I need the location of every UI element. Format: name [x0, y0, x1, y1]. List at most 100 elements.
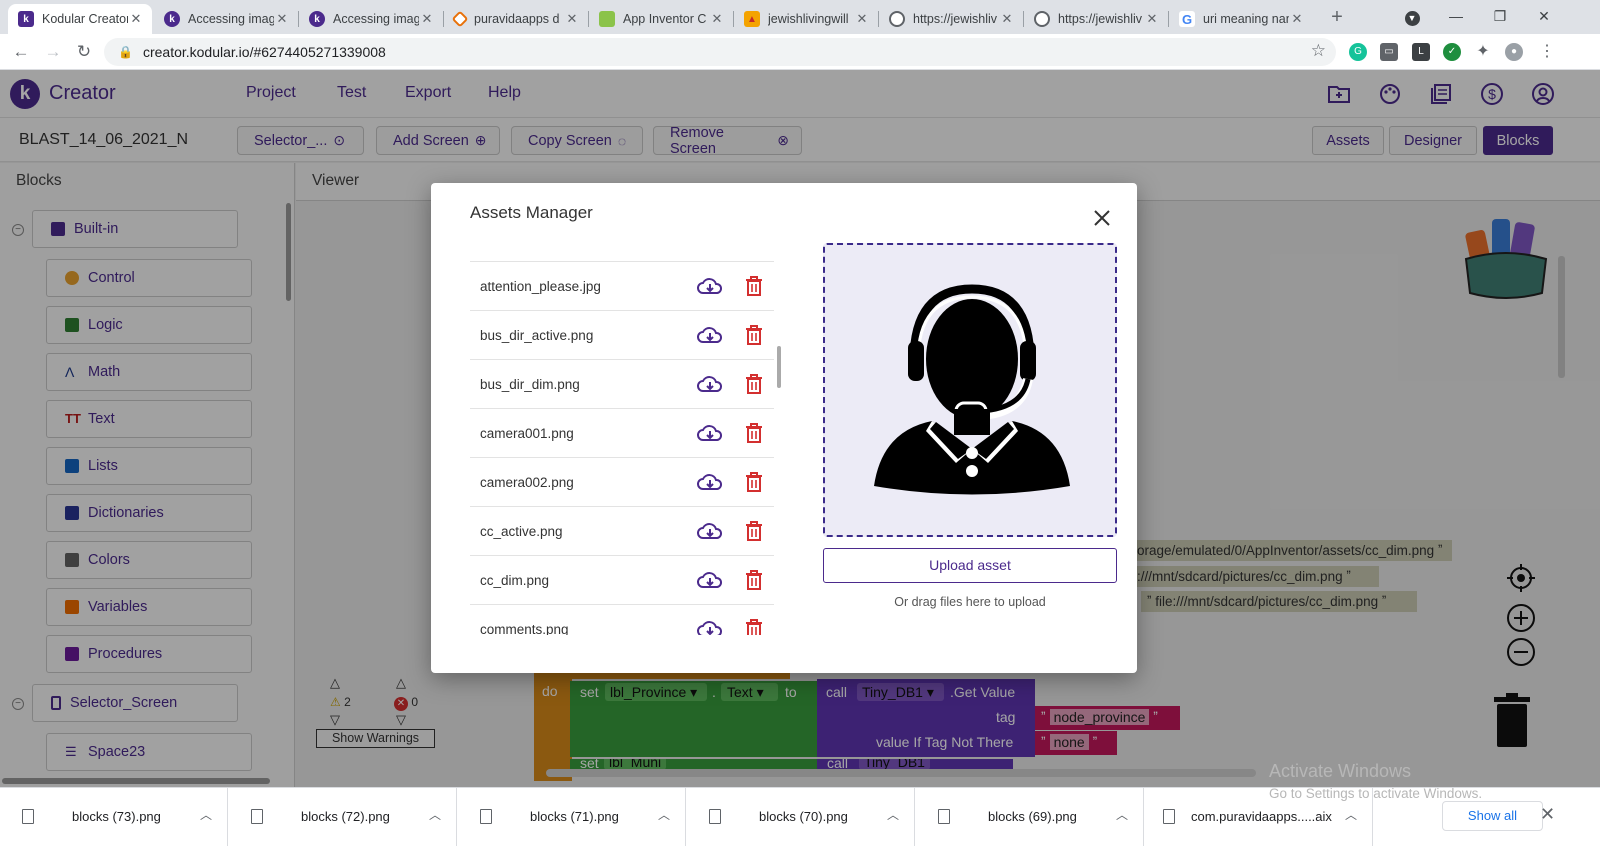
asset-drop-zone[interactable]: [823, 243, 1117, 537]
cloud-download-icon[interactable]: [697, 324, 723, 346]
download-item[interactable]: blocks (72).png ︿: [229, 788, 457, 846]
google-icon: G: [1179, 11, 1195, 27]
cloud-download-icon[interactable]: [697, 520, 723, 542]
chevron-up-icon[interactable]: ︿: [887, 806, 899, 823]
asset-name: camera002.png: [480, 474, 574, 490]
profile-avatar-icon[interactable]: ●: [1505, 43, 1523, 61]
back-button[interactable]: ←: [9, 40, 33, 64]
download-item[interactable]: blocks (69).png ︿: [916, 788, 1144, 846]
close-icon[interactable]: ✕: [128, 11, 144, 27]
close-icon[interactable]: ✕: [564, 11, 580, 27]
activate-windows-title: Activate Windows: [1269, 761, 1412, 781]
extension-l-icon[interactable]: L: [1412, 43, 1430, 61]
extension-icon[interactable]: ▭: [1380, 43, 1398, 61]
asset-list-scrollbar[interactable]: [777, 346, 781, 388]
browser-tab-2[interactable]: k Accessing imag ✕: [154, 4, 298, 34]
check-extension-icon[interactable]: ✓: [1443, 43, 1461, 61]
activate-windows-subtitle: Go to Settings to activate Windows.: [1269, 786, 1483, 801]
asset-row[interactable]: camera002.png: [470, 457, 774, 506]
cloud-download-icon[interactable]: [697, 275, 723, 297]
delete-icon[interactable]: [745, 276, 763, 296]
download-name: blocks (73).png: [72, 809, 161, 824]
chevron-up-icon[interactable]: ︿: [200, 806, 212, 823]
cloud-download-icon[interactable]: [697, 618, 723, 635]
puzzle-icon[interactable]: ✦: [1474, 43, 1492, 61]
close-icon[interactable]: ✕: [1289, 11, 1305, 27]
close-downloads-icon[interactable]: ✕: [1540, 804, 1555, 825]
asset-row[interactable]: cc_active.png: [470, 506, 774, 555]
download-name: com.puravidaapps.....aix: [1191, 809, 1332, 824]
close-icon[interactable]: ✕: [854, 11, 870, 27]
browser-tab-9[interactable]: G uri meaning nan ✕: [1169, 4, 1313, 34]
bookmark-star-icon[interactable]: ☆: [1311, 41, 1326, 61]
close-icon[interactable]: [1091, 207, 1113, 229]
support-agent-icon: [874, 284, 1070, 495]
file-icon: [480, 809, 492, 824]
download-item[interactable]: blocks (70).png ︿: [687, 788, 915, 846]
chevron-up-icon[interactable]: ︿: [429, 806, 441, 823]
drag-hint: Or drag files here to upload: [894, 595, 1046, 609]
restore-button[interactable]: ❐: [1480, 4, 1520, 28]
tab-title: puravidaapps d: [474, 12, 560, 26]
show-all-downloads-button[interactable]: Show all: [1442, 801, 1543, 831]
window-close-button[interactable]: ✕: [1524, 4, 1564, 28]
close-icon[interactable]: ✕: [419, 11, 435, 27]
url-text: creator.kodular.io/#6274405271339008: [142, 44, 386, 60]
puravida-icon: [451, 10, 469, 28]
delete-icon[interactable]: [745, 423, 763, 443]
delete-icon[interactable]: [745, 619, 763, 635]
delete-icon[interactable]: [745, 374, 763, 394]
file-icon: [1163, 809, 1175, 824]
browser-tab-3[interactable]: k Accessing imag ✕: [299, 4, 443, 34]
minimize-button[interactable]: —: [1436, 4, 1476, 28]
close-icon[interactable]: ✕: [1144, 11, 1160, 27]
browser-tab-5[interactable]: App Inventor C ✕: [589, 4, 733, 34]
browser-tab-strip: k Kodular Creator ✕ k Accessing imag ✕ k…: [0, 0, 1600, 34]
chevron-up-icon[interactable]: ︿: [1345, 806, 1357, 823]
asset-row[interactable]: cc_dim.png: [470, 555, 774, 604]
delete-icon[interactable]: [745, 521, 763, 541]
delete-icon[interactable]: [745, 570, 763, 590]
tab-title: jewishlivingwill: [768, 12, 849, 26]
browser-tab-8[interactable]: https://jewishliv ✕: [1024, 4, 1168, 34]
asset-row[interactable]: bus_dir_active.png: [470, 310, 774, 359]
cloud-download-icon[interactable]: [697, 569, 723, 591]
chevron-up-icon[interactable]: ︿: [658, 806, 670, 823]
close-icon[interactable]: ✕: [709, 11, 725, 27]
reload-button[interactable]: ↻: [72, 40, 96, 64]
download-item[interactable]: blocks (71).png ︿: [458, 788, 686, 846]
download-item[interactable]: blocks (73).png ︿: [0, 788, 228, 846]
cloud-download-icon[interactable]: [697, 422, 723, 444]
asset-name: attention_please.jpg: [480, 278, 601, 294]
delete-icon[interactable]: [745, 325, 763, 345]
new-tab-button[interactable]: +: [1325, 6, 1349, 30]
tab-title: https://jewishliv: [913, 12, 998, 26]
download-name: blocks (69).png: [988, 809, 1077, 824]
appinventor-icon: [599, 11, 615, 27]
address-bar[interactable]: 🔒 creator.kodular.io/#6274405271339008 ☆: [104, 38, 1336, 66]
asset-name: cc_dim.png: [480, 572, 550, 588]
asset-list: attention_please.jpg bus_dir_active.png …: [470, 261, 774, 635]
browser-tab-6[interactable]: ▲ jewishlivingwill ✕: [734, 4, 878, 34]
delete-icon[interactable]: [745, 472, 763, 492]
browser-tab-4[interactable]: puravidaapps d ✕: [444, 4, 588, 34]
browser-tab-1[interactable]: k Kodular Creator ✕: [8, 4, 152, 34]
cloud-download-icon[interactable]: [697, 373, 723, 395]
tab-search-button[interactable]: ▼: [1392, 4, 1432, 28]
asset-row[interactable]: attention_please.jpg: [470, 261, 774, 310]
close-icon[interactable]: ✕: [274, 11, 290, 27]
asset-row[interactable]: bus_dir_dim.png: [470, 359, 774, 408]
upload-asset-button[interactable]: Upload asset: [823, 548, 1117, 583]
browser-tab-7[interactable]: https://jewishliv ✕: [879, 4, 1023, 34]
browser-toolbar: ← → ↻ 🔒 creator.kodular.io/#627440527133…: [0, 34, 1600, 70]
cloud-download-icon[interactable]: [697, 471, 723, 493]
asset-row[interactable]: camera001.png: [470, 408, 774, 457]
tab-title: App Inventor C: [623, 12, 707, 26]
grammarly-icon[interactable]: G: [1349, 43, 1367, 61]
more-menu-icon[interactable]: ⋮: [1538, 43, 1556, 61]
asset-row[interactable]: comments.png: [470, 604, 774, 635]
close-icon[interactable]: ✕: [999, 11, 1015, 27]
chevron-up-icon[interactable]: ︿: [1116, 806, 1128, 823]
forward-button[interactable]: →: [41, 40, 65, 64]
tab-title: Accessing imag: [333, 12, 419, 26]
